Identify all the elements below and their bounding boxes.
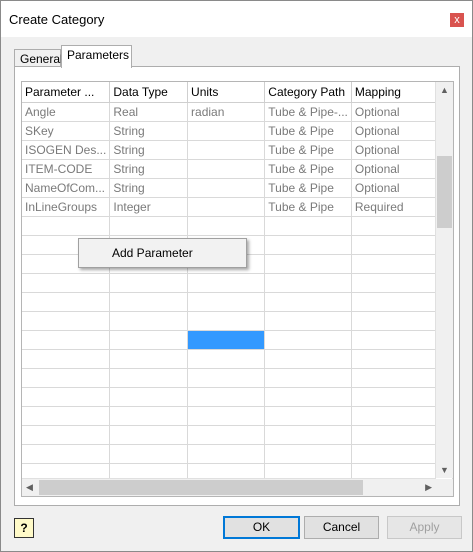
vertical-scroll-thumb[interactable] bbox=[437, 156, 452, 228]
column-header-category-path[interactable]: Category Path bbox=[264, 82, 352, 103]
cell-category-path[interactable]: Tube & Pipe bbox=[264, 159, 352, 179]
cell-category-path[interactable]: Tube & Pipe-... bbox=[264, 102, 352, 122]
cell-parameter[interactable]: InLineGroups bbox=[22, 197, 111, 217]
context-menu-add-parameter[interactable]: Add Parameter bbox=[112, 246, 193, 260]
empty-row[interactable] bbox=[22, 330, 453, 350]
cell-data-type[interactable]: String bbox=[109, 121, 189, 141]
cell-units[interactable]: radian bbox=[187, 102, 266, 122]
scroll-up-icon[interactable]: ▲ bbox=[440, 85, 449, 95]
table-row[interactable]: Angle Real radian Tube & Pipe-... Option… bbox=[22, 102, 453, 122]
context-menu: Add Parameter bbox=[78, 238, 247, 268]
cell-units[interactable] bbox=[187, 159, 266, 179]
empty-row[interactable] bbox=[22, 216, 453, 236]
table-row[interactable]: SKey String Tube & Pipe Optional bbox=[22, 121, 453, 141]
cell-category-path[interactable]: Tube & Pipe bbox=[264, 197, 352, 217]
tab-parameters[interactable]: Parameters bbox=[61, 45, 132, 68]
horizontal-scrollbar[interactable]: ◀ ▶ bbox=[22, 478, 436, 496]
create-category-dialog: Create Category x General Parameters Par… bbox=[0, 0, 473, 552]
scroll-right-icon[interactable]: ▶ bbox=[425, 482, 432, 493]
ok-button[interactable]: OK bbox=[223, 516, 300, 539]
help-icon[interactable]: ? bbox=[14, 518, 34, 538]
column-header-parameter[interactable]: Parameter ... bbox=[22, 82, 111, 103]
cell-category-path[interactable]: Tube & Pipe bbox=[264, 178, 352, 198]
selected-cell[interactable] bbox=[187, 330, 266, 350]
scroll-corner bbox=[436, 479, 453, 496]
table-row[interactable]: ITEM-CODE String Tube & Pipe Optional bbox=[22, 159, 453, 179]
empty-row[interactable] bbox=[22, 349, 453, 369]
cell-parameter[interactable]: ITEM-CODE bbox=[22, 159, 111, 179]
empty-row[interactable] bbox=[22, 311, 453, 331]
cell-units[interactable] bbox=[187, 178, 266, 198]
cancel-button[interactable]: Cancel bbox=[304, 516, 379, 539]
title-bar: Create Category x bbox=[1, 1, 472, 37]
parameters-panel: Parameter ... Data Type Units Category P… bbox=[14, 66, 460, 506]
cell-parameter[interactable]: Angle bbox=[22, 102, 111, 122]
table-row[interactable]: InLineGroups Integer Tube & Pipe Require… bbox=[22, 197, 453, 217]
scroll-down-icon[interactable]: ▼ bbox=[440, 465, 449, 475]
horizontal-scroll-thumb[interactable] bbox=[39, 480, 363, 495]
scroll-left-icon[interactable]: ◀ bbox=[26, 482, 33, 493]
cell-data-type[interactable]: String bbox=[109, 178, 189, 198]
apply-button[interactable]: Apply bbox=[387, 516, 462, 539]
vertical-scrollbar[interactable]: ▲ ▼ bbox=[435, 82, 453, 478]
close-button[interactable]: x bbox=[450, 13, 464, 27]
column-header-units[interactable]: Units bbox=[187, 82, 266, 103]
dialog-title: Create Category bbox=[9, 12, 105, 27]
cell-data-type[interactable]: Integer bbox=[109, 197, 189, 217]
parameters-grid[interactable]: Parameter ... Data Type Units Category P… bbox=[21, 81, 454, 497]
empty-row[interactable] bbox=[22, 406, 453, 426]
empty-row[interactable] bbox=[22, 387, 453, 407]
cell-parameter[interactable]: NameOfCom... bbox=[22, 178, 111, 198]
cell-category-path[interactable]: Tube & Pipe bbox=[264, 121, 352, 141]
cell-data-type[interactable]: Real bbox=[109, 102, 189, 122]
cell-units[interactable] bbox=[187, 197, 266, 217]
cell-units[interactable] bbox=[187, 140, 266, 160]
cell-data-type[interactable]: String bbox=[109, 159, 189, 179]
empty-row[interactable] bbox=[22, 425, 453, 445]
empty-row[interactable] bbox=[22, 292, 453, 312]
cell-category-path[interactable]: Tube & Pipe bbox=[264, 140, 352, 160]
cell-parameter[interactable]: SKey bbox=[22, 121, 111, 141]
column-header-data-type[interactable]: Data Type bbox=[109, 82, 189, 103]
table-row[interactable]: ISOGEN Des... String Tube & Pipe Optiona… bbox=[22, 140, 453, 160]
empty-row[interactable] bbox=[22, 444, 453, 464]
empty-row[interactable] bbox=[22, 273, 453, 293]
cell-units[interactable] bbox=[187, 121, 266, 141]
cell-data-type[interactable]: String bbox=[109, 140, 189, 160]
table-row[interactable]: NameOfCom... String Tube & Pipe Optional bbox=[22, 178, 453, 198]
cell-parameter[interactable]: ISOGEN Des... bbox=[22, 140, 111, 160]
empty-row[interactable] bbox=[22, 368, 453, 388]
grid-header-row: Parameter ... Data Type Units Category P… bbox=[22, 82, 453, 103]
